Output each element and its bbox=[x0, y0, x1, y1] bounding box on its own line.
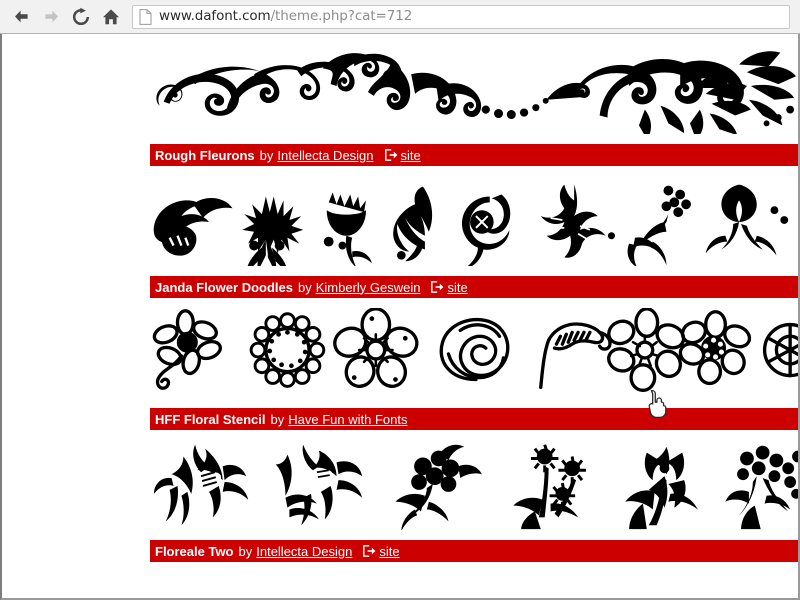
url-path: /theme.php?cat=712 bbox=[270, 7, 413, 24]
font-block: Rough Fleurons by Intellecta Design site bbox=[2, 34, 798, 166]
font-title-bar: Janda Flower Doodles by Kimberly Geswein… bbox=[150, 276, 798, 298]
by-label: by bbox=[270, 411, 285, 427]
browser-window: www.dafont.com/theme.php?cat=712 Rough F… bbox=[0, 0, 800, 600]
dafont-theme-page: Rough Fleurons by Intellecta Design site bbox=[2, 34, 798, 598]
external-link-icon bbox=[431, 281, 444, 293]
flower-doodle-preview bbox=[152, 308, 798, 392]
font-preview-doodles[interactable] bbox=[2, 298, 798, 408]
font-author-link[interactable]: Have Fun with Fonts bbox=[288, 413, 407, 426]
font-author-link[interactable]: Intellecta Design bbox=[277, 149, 373, 162]
font-preview-flourish[interactable] bbox=[2, 34, 798, 144]
browser-toolbar: www.dafont.com/theme.php?cat=712 bbox=[0, 0, 800, 34]
arrow-right-icon bbox=[44, 10, 58, 23]
font-author-link[interactable]: Kimberly Geswein bbox=[316, 281, 421, 294]
author-site-link[interactable]: site bbox=[384, 149, 421, 162]
author-site-link[interactable]: site bbox=[363, 545, 400, 558]
font-preview-stencil[interactable] bbox=[2, 430, 798, 540]
address-bar[interactable]: www.dafont.com/theme.php?cat=712 bbox=[132, 4, 790, 29]
arrow-left-icon bbox=[14, 10, 28, 23]
author-site-link[interactable]: site bbox=[431, 281, 468, 294]
font-name: Floreale Two bbox=[155, 543, 234, 559]
address-bar-text: www.dafont.com/theme.php?cat=712 bbox=[159, 7, 413, 24]
floral-stencil-preview bbox=[153, 444, 798, 530]
font-title-bar: Floreale Two by Intellecta Design site bbox=[150, 540, 798, 562]
home-button[interactable] bbox=[96, 3, 126, 31]
font-title-bar: Rough Fleurons by Intellecta Design site bbox=[150, 144, 798, 166]
by-label: by bbox=[297, 279, 312, 295]
url-domain: www.dafont.com bbox=[159, 7, 271, 24]
font-name: HFF Floral Stencil bbox=[155, 411, 266, 427]
by-label: by bbox=[238, 543, 253, 559]
font-name: Janda Flower Doodles bbox=[155, 279, 293, 295]
font-block: Janda Flower Doodles by Kimberly Geswein… bbox=[2, 166, 798, 298]
home-icon bbox=[103, 8, 119, 24]
site-link-label[interactable]: site bbox=[447, 281, 467, 294]
font-name: Rough Fleurons bbox=[155, 147, 255, 163]
font-block: HFF Floral Stencil by Have Fun with Font… bbox=[2, 298, 798, 430]
fleuron-ornament-preview bbox=[153, 184, 789, 266]
forward-button[interactable] bbox=[36, 3, 66, 31]
external-link-icon bbox=[384, 149, 397, 161]
browser-viewport: Rough Fleurons by Intellecta Design site bbox=[0, 34, 800, 600]
font-block: Floreale Two by Intellecta Design site bbox=[2, 430, 798, 562]
page-document-icon bbox=[139, 8, 152, 25]
site-link-label[interactable]: site bbox=[379, 545, 399, 558]
font-preview-fleuron[interactable] bbox=[2, 166, 798, 276]
back-button[interactable] bbox=[6, 3, 36, 31]
font-title-bar: HFF Floral Stencil by Have Fun with Font… bbox=[150, 408, 798, 430]
font-author-link[interactable]: Intellecta Design bbox=[256, 545, 352, 558]
site-link-label[interactable]: site bbox=[401, 149, 421, 162]
by-label: by bbox=[259, 147, 274, 163]
reload-icon bbox=[72, 7, 90, 25]
external-link-icon bbox=[363, 545, 376, 557]
ornamental-flourish-preview bbox=[156, 51, 797, 134]
reload-button[interactable] bbox=[66, 3, 96, 31]
